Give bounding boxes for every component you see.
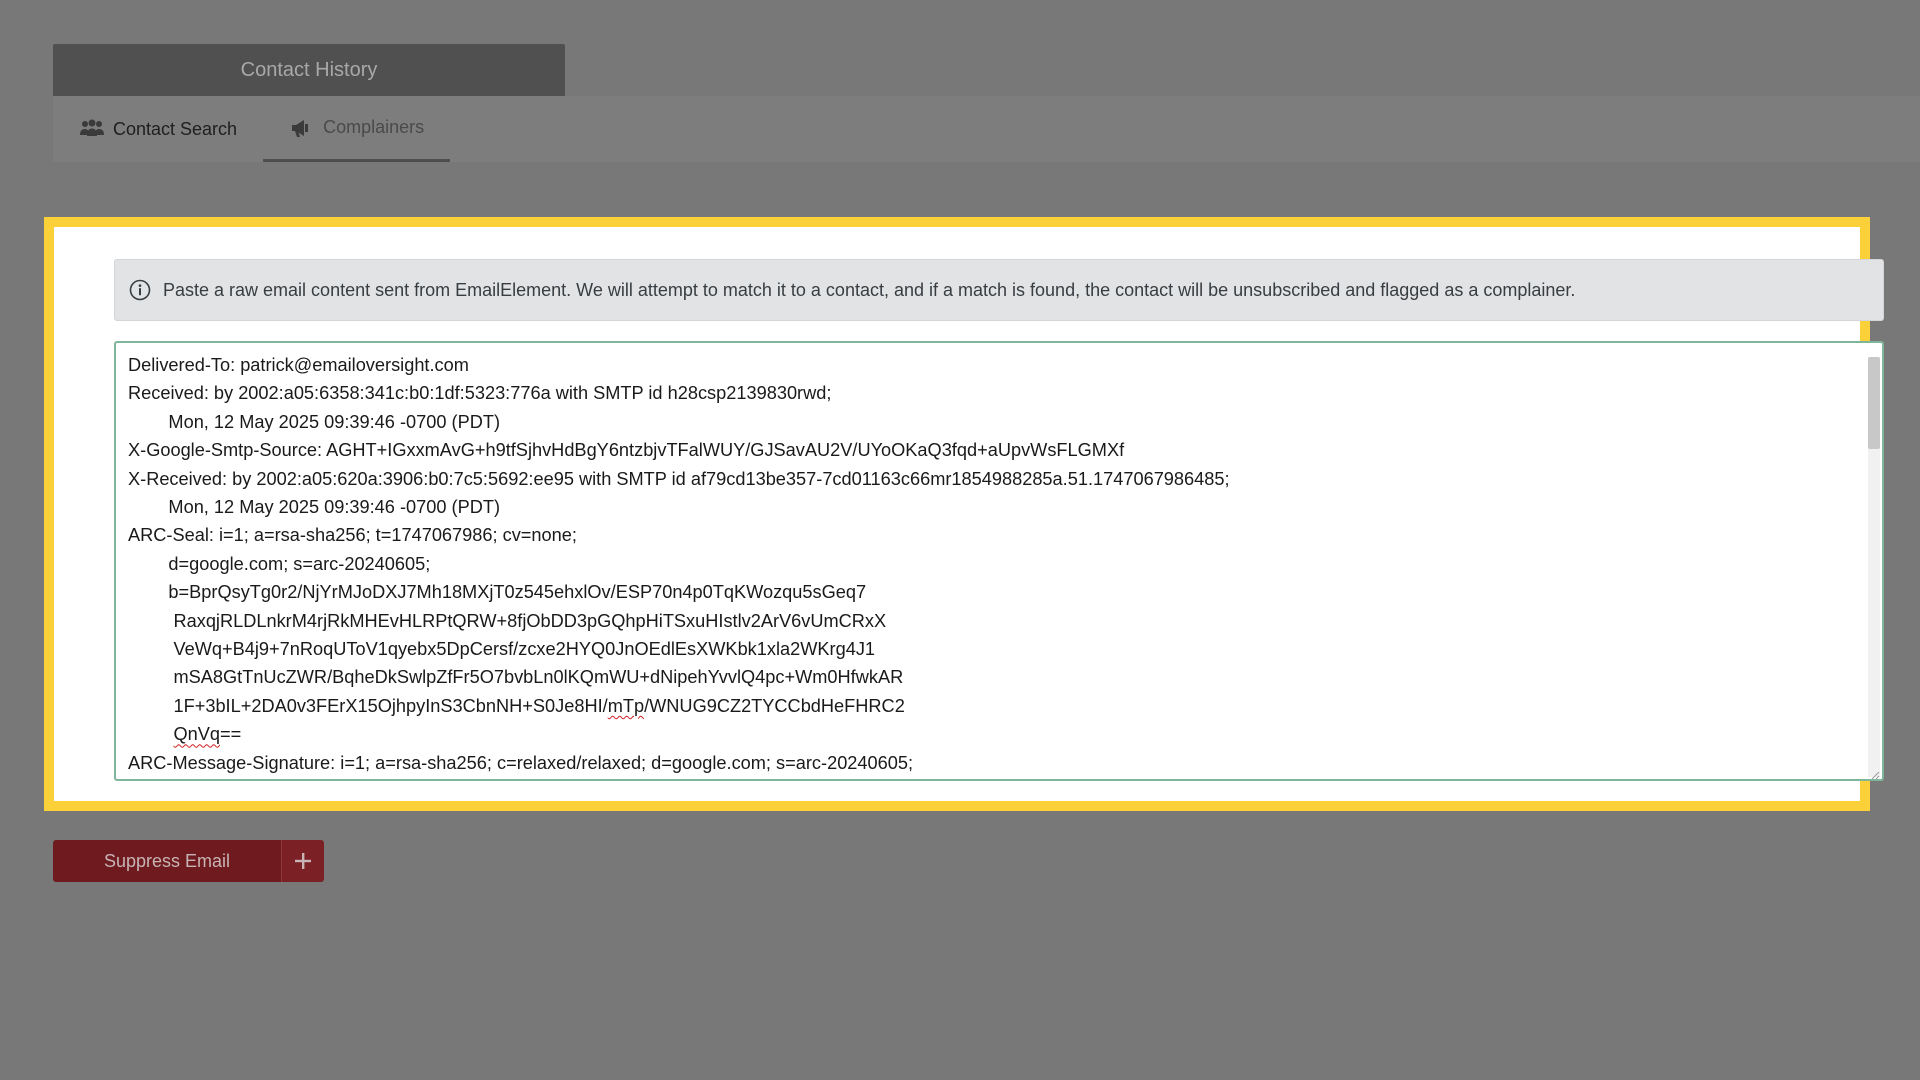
raw-email-textarea[interactable]: Delivered-To: patrick@emailoversight.com…: [114, 341, 1884, 781]
raw-email-line: b=BprQsyTg0r2/NjYrMJoDXJ7Mh18MXjT0z545eh…: [128, 582, 867, 603]
tab-bar: Contact Search Complainers: [53, 96, 1920, 162]
users-icon: [79, 118, 105, 140]
raw-email-line: VeWq+B4j9+7nRoqUToV1qyebx5DpCersf/zcxe2H…: [128, 639, 876, 660]
raw-email-line: mSA8GtTnUcZWR/BqheDkSwlpZfFr5O7bvbLn0lKQ…: [128, 667, 904, 688]
tab-complainers-label: Complainers: [323, 117, 425, 137]
textarea-scrollbar-thumb[interactable]: [1868, 357, 1880, 449]
raw-email-line: Delivered-To: patrick@emailoversight.com: [128, 355, 469, 375]
raw-email-line: QnVq==: [173, 724, 242, 745]
raw-email-line: X-Google-Smtp-Source: AGHT+IGxxmAvG+h9tf…: [128, 440, 1125, 461]
raw-email-line: X-Received: by 2002:a05:620a:3906:b0:7c5…: [128, 468, 1230, 489]
raw-email-line: Mon, 12 May 2025 09:39:46 -0700 (PDT): [128, 411, 501, 432]
tab-contact-search[interactable]: Contact Search: [53, 96, 263, 162]
page: Contact History Contact Search Complaine…: [0, 0, 1920, 1080]
info-alert: Paste a raw email content sent from Emai…: [114, 259, 1884, 321]
raw-email-line: d=google.com; s=arc-20240605;: [128, 553, 431, 574]
page-title: Contact History: [53, 44, 565, 96]
raw-email-content[interactable]: Delivered-To: patrick@emailoversight.com…: [116, 343, 1882, 777]
megaphone-icon: [289, 117, 315, 139]
info-alert-text: Paste a raw email content sent from Emai…: [163, 279, 1576, 300]
tab-contact-search-label: Contact Search: [113, 118, 238, 139]
raw-email-line: Mon, 12 May 2025 09:39:46 -0700 (PDT): [128, 497, 501, 518]
raw-email-line: 1F+3bIL+2DA0v3FErX15OjhpyInS3CbnNH+S0Je8…: [128, 695, 905, 716]
raw-email-line: ARC-Message-Signature: i=1; a=rsa-sha256…: [128, 752, 914, 773]
raw-email-line: Received: by 2002:a05:6358:341c:b0:1df:5…: [128, 383, 832, 404]
raw-email-line: ARC-Seal: i=1; a=rsa-sha256; t=174706798…: [128, 525, 577, 546]
info-circle-icon: [129, 279, 151, 301]
raw-email-line: RaxqjRLDLnkrM4rjRkMHEvHLRPtQRW+8fjObDD3p…: [128, 610, 887, 631]
resize-grip-icon[interactable]: [1870, 767, 1880, 779]
suppress-email-group: Suppress Email: [53, 840, 324, 882]
plus-icon[interactable]: [281, 840, 324, 882]
complainer-form-card: Paste a raw email content sent from Emai…: [44, 217, 1884, 811]
suppress-email-button[interactable]: Suppress Email: [53, 840, 281, 882]
tab-complainers[interactable]: Complainers: [263, 96, 451, 162]
